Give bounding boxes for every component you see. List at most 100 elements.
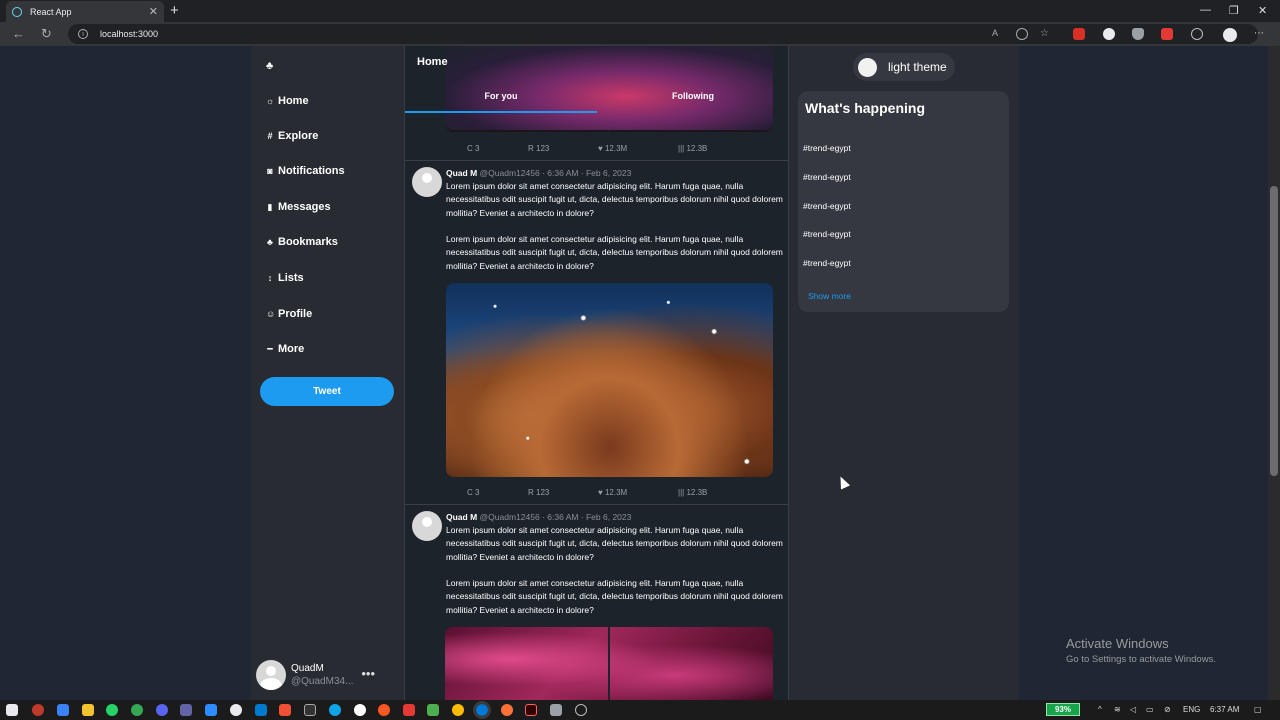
- theme-toggle-button[interactable]: light theme: [853, 53, 955, 81]
- trend-item[interactable]: #trend-egypt: [803, 143, 851, 153]
- tray-chevron-icon[interactable]: ^: [1098, 705, 1102, 714]
- app-icon[interactable]: [550, 704, 562, 716]
- extension-red-icon[interactable]: [1073, 28, 1085, 40]
- like-count[interactable]: ♥ 12.3M: [598, 144, 627, 153]
- account-switcher[interactable]: QuadM @QuadM34... •••: [256, 658, 401, 692]
- retweet-count[interactable]: R 123: [528, 144, 549, 153]
- shield-extension-icon[interactable]: [1132, 28, 1144, 40]
- app-icon[interactable]: [131, 704, 143, 716]
- zoom-app-icon[interactable]: [205, 704, 217, 716]
- page-scrollbar[interactable]: [1268, 46, 1280, 700]
- tweet-button[interactable]: Tweet: [260, 377, 394, 406]
- discord-icon[interactable]: [156, 704, 168, 716]
- teams-icon[interactable]: [180, 704, 192, 716]
- read-aloud-icon[interactable]: A: [992, 28, 1004, 40]
- comment-count[interactable]: C 3: [467, 144, 479, 153]
- extensions-puzzle-icon[interactable]: [1191, 28, 1203, 40]
- back-arrow-icon[interactable]: ←: [12, 26, 25, 41]
- battery-tray-icon[interactable]: ▭: [1146, 705, 1154, 714]
- minimize-button[interactable]: —: [1200, 4, 1211, 16]
- post-image-nebula[interactable]: [446, 283, 773, 477]
- app-icon[interactable]: [57, 704, 69, 716]
- windows-start-icon[interactable]: [6, 704, 18, 716]
- trend-item[interactable]: #trend-egypt: [803, 258, 851, 268]
- tab-close-icon[interactable]: ✕: [149, 5, 158, 18]
- notifications-icon[interactable]: ▢: [1254, 705, 1262, 714]
- avatar[interactable]: [412, 511, 442, 541]
- adblock-icon[interactable]: [1161, 28, 1173, 40]
- chrome-icon[interactable]: [452, 704, 464, 716]
- restore-button[interactable]: ❐: [1229, 4, 1239, 17]
- tab-for-you[interactable]: For you: [405, 91, 597, 101]
- like-count[interactable]: ♥ 12.3M: [598, 488, 627, 497]
- theme-toggle-label: light theme: [888, 60, 947, 74]
- author-handle: @Quadm12456: [479, 168, 540, 178]
- edge-icon[interactable]: [473, 701, 491, 719]
- nav-item-bookmarks[interactable]: ♣ Bookmarks: [266, 236, 338, 248]
- new-tab-button[interactable]: +: [170, 2, 179, 19]
- firefox-icon[interactable]: [501, 704, 513, 716]
- post-image-grid[interactable]: [445, 627, 773, 700]
- nav-item-messages[interactable]: ▮ Messages: [266, 201, 331, 213]
- nav-item-explore[interactable]: # Explore: [266, 130, 318, 142]
- browser-menu-icon[interactable]: ⋯: [1254, 28, 1266, 40]
- window-close-button[interactable]: ✕: [1258, 4, 1267, 17]
- whatsapp-icon[interactable]: [106, 704, 118, 716]
- nav-item-more[interactable]: ━ More: [266, 343, 304, 355]
- app-logo-icon[interactable]: ♣: [266, 60, 273, 72]
- author-name[interactable]: Quad M: [446, 512, 477, 522]
- tab-following[interactable]: Following: [597, 91, 788, 101]
- toggle-knob-icon: [858, 57, 877, 77]
- terminal-icon[interactable]: [304, 704, 316, 716]
- list-icon: ↕: [267, 273, 273, 283]
- app-icon[interactable]: [378, 704, 390, 716]
- nav-item-notifications[interactable]: ◙ Notifications: [266, 165, 344, 177]
- trend-item[interactable]: #trend-egypt: [803, 229, 851, 239]
- trend-item[interactable]: #trend-egypt: [803, 201, 851, 211]
- nav-label: More: [278, 343, 305, 355]
- author-name[interactable]: Quad M: [446, 168, 477, 178]
- file-explorer-icon[interactable]: [82, 704, 94, 716]
- browser-tab[interactable]: React App ✕: [6, 1, 164, 22]
- app-icon[interactable]: [427, 704, 439, 716]
- extension-white-icon[interactable]: [1103, 28, 1115, 40]
- scrollbar-thumb[interactable]: [1270, 186, 1278, 476]
- git-icon[interactable]: [279, 704, 291, 716]
- favorites-star-icon[interactable]: ☆: [1040, 28, 1052, 40]
- volume-icon[interactable]: ◁: [1130, 705, 1136, 714]
- profile-avatar-icon[interactable]: [1223, 28, 1237, 42]
- retweet-count[interactable]: R 123: [528, 488, 549, 497]
- nav-item-lists[interactable]: ↕ Lists: [266, 272, 304, 284]
- account-menu-icon[interactable]: •••: [361, 666, 375, 681]
- home-feed: C 3 R 123 ♥ 12.3M ||| 12.3B Home For you…: [404, 46, 789, 700]
- zoom-icon[interactable]: [1016, 28, 1028, 40]
- wifi-icon[interactable]: ≋: [1114, 705, 1121, 714]
- app-icon[interactable]: [403, 704, 415, 716]
- app-icon[interactable]: [32, 704, 44, 716]
- more-icon: ━: [267, 343, 273, 354]
- vscode-icon[interactable]: [255, 704, 267, 716]
- language-indicator[interactable]: ENG: [1183, 705, 1200, 714]
- reload-icon[interactable]: ↻: [41, 26, 52, 42]
- avatar[interactable]: [412, 167, 442, 197]
- feed-tabs: For you Following: [405, 86, 788, 114]
- tray-app-icon[interactable]: ⊘: [1164, 705, 1171, 714]
- post-time: · 6:36 AM · Feb 6, 2023: [542, 512, 632, 522]
- comment-count[interactable]: C 3: [467, 488, 479, 497]
- app-icon[interactable]: [329, 704, 341, 716]
- divider: [405, 160, 788, 161]
- view-count[interactable]: ||| 12.3B: [678, 144, 707, 153]
- battery-indicator[interactable]: 93%: [1046, 703, 1080, 716]
- app-icon[interactable]: [354, 704, 366, 716]
- app-icon[interactable]: [230, 704, 242, 716]
- nav-item-profile[interactable]: ☺ Profile: [266, 308, 312, 320]
- nav-item-home[interactable]: ☼ Home: [266, 95, 309, 107]
- site-info-icon[interactable]: i: [78, 29, 88, 39]
- view-count[interactable]: ||| 12.3B: [678, 488, 707, 497]
- show-more-link[interactable]: Show more: [808, 291, 851, 301]
- illustrator-icon[interactable]: [525, 704, 537, 716]
- clock[interactable]: 6:37 AM: [1210, 705, 1239, 714]
- web-page: ♣ ☼ Home # Explore ◙ Notifications ▮ Mes…: [0, 46, 1268, 700]
- trend-item[interactable]: #trend-egypt: [803, 172, 851, 182]
- app-icon[interactable]: [575, 704, 587, 716]
